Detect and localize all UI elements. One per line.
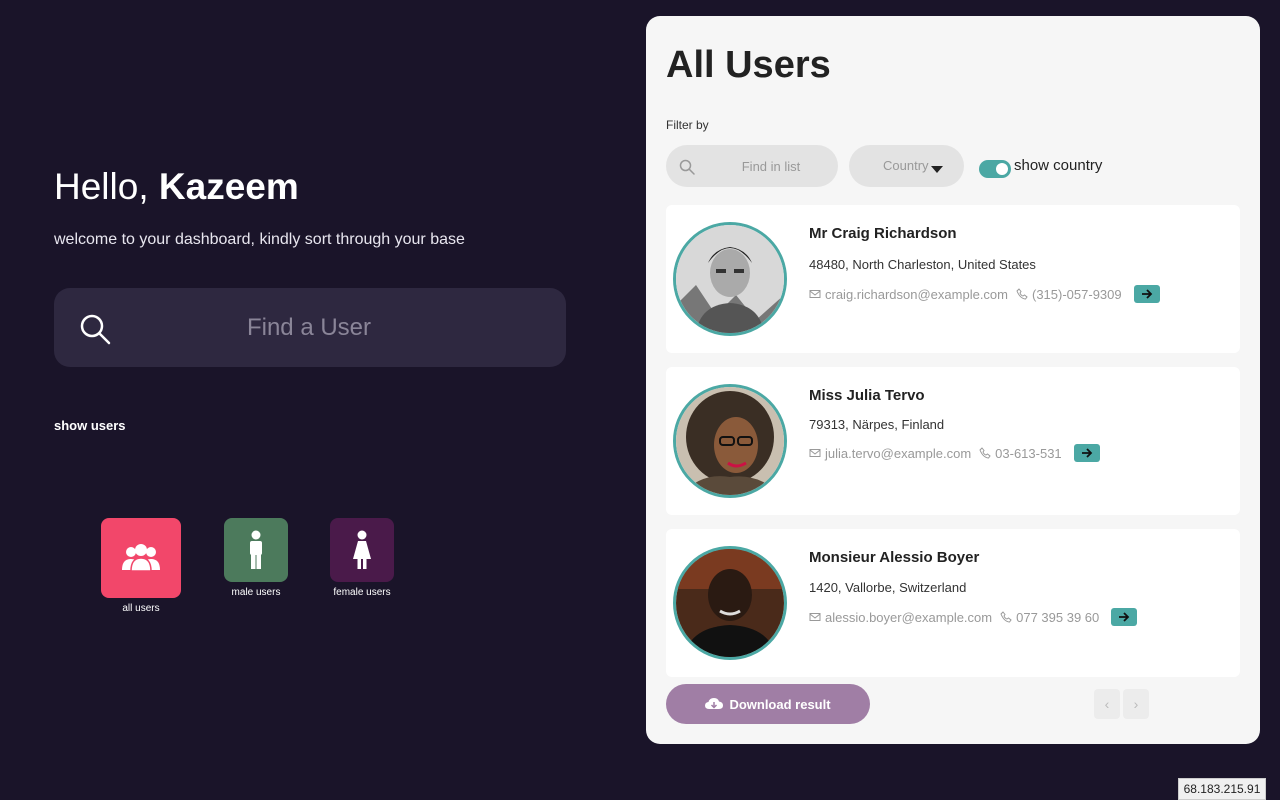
country-dropdown-label: Country bbox=[883, 158, 929, 173]
user-contact: alessio.boyer@example.com 077 395 39 60 bbox=[809, 608, 1138, 626]
arrow-right-icon bbox=[1119, 612, 1130, 622]
caret-down-icon bbox=[931, 166, 943, 173]
user-avatar bbox=[673, 546, 787, 660]
user-avatar bbox=[673, 384, 787, 498]
female-icon bbox=[353, 530, 371, 569]
male-icon bbox=[250, 530, 262, 569]
user-card: Mr Craig Richardson 48480, North Charles… bbox=[666, 205, 1240, 353]
mail-icon bbox=[809, 290, 821, 298]
user-email[interactable]: julia.tervo@example.com bbox=[825, 446, 971, 461]
greeting-heading: Hello, Kazeem bbox=[54, 166, 299, 208]
male-users-label: male users bbox=[231, 587, 281, 598]
toggle-knob bbox=[996, 163, 1008, 175]
user-avatar bbox=[673, 222, 787, 336]
user-email[interactable]: alessio.boyer@example.com bbox=[825, 610, 992, 625]
phone-icon bbox=[1016, 288, 1028, 300]
user-name: Monsieur Alessio Boyer bbox=[809, 549, 980, 566]
next-page-button[interactable]: › bbox=[1123, 689, 1149, 719]
greeting-hello: Hello, bbox=[54, 166, 159, 207]
user-phone[interactable]: 03-613-531 bbox=[995, 446, 1062, 461]
female-users-button[interactable] bbox=[330, 518, 394, 582]
user-card: Monsieur Alessio Boyer 1420, Vallorbe, S… bbox=[666, 529, 1240, 677]
search-icon bbox=[679, 159, 695, 175]
greeting-user-name: Kazeem bbox=[158, 166, 299, 207]
user-contact: craig.richardson@example.com (315)-057-9… bbox=[809, 285, 1160, 303]
show-country-label: show country bbox=[1014, 157, 1103, 174]
find-in-list-input[interactable] bbox=[711, 155, 831, 177]
mail-icon bbox=[809, 449, 821, 457]
user-address: 48480, North Charleston, United States bbox=[809, 257, 1036, 272]
filter-by-label: Filter by bbox=[666, 118, 709, 132]
find-user-search-box[interactable] bbox=[54, 288, 566, 367]
mail-icon bbox=[809, 613, 821, 621]
dashboard-subtitle: welcome to your dashboard, kindly sort t… bbox=[54, 231, 465, 248]
arrow-right-icon bbox=[1081, 448, 1092, 458]
search-icon bbox=[80, 314, 111, 345]
phone-icon bbox=[1000, 611, 1012, 623]
find-user-input[interactable] bbox=[164, 308, 454, 348]
download-result-label: Download result bbox=[729, 696, 831, 712]
user-email[interactable]: craig.richardson@example.com bbox=[825, 287, 1008, 302]
view-user-button[interactable] bbox=[1073, 444, 1100, 462]
user-name: Miss Julia Tervo bbox=[809, 387, 925, 404]
user-address: 1420, Vallorbe, Switzerland bbox=[809, 580, 967, 595]
users-panel: All Users Filter by Country show country… bbox=[646, 16, 1260, 744]
panel-title: All Users bbox=[666, 44, 831, 86]
user-address: 79313, Närpes, Finland bbox=[809, 417, 945, 432]
country-dropdown[interactable]: Country bbox=[849, 145, 964, 187]
users-group-icon bbox=[122, 544, 160, 572]
show-users-label: show users bbox=[54, 418, 126, 433]
download-result-button[interactable]: Download result bbox=[666, 684, 870, 724]
user-phone[interactable]: 077 395 39 60 bbox=[1016, 610, 1099, 625]
cloud-download-icon bbox=[705, 698, 724, 709]
view-user-button[interactable] bbox=[1133, 285, 1160, 303]
view-user-button[interactable] bbox=[1111, 608, 1138, 626]
all-users-label: all users bbox=[122, 603, 160, 614]
arrow-right-icon bbox=[1141, 289, 1152, 299]
show-country-toggle[interactable] bbox=[979, 160, 1011, 178]
phone-icon bbox=[979, 447, 991, 459]
user-name: Mr Craig Richardson bbox=[809, 225, 957, 242]
ip-address-badge: 68.183.215.91 bbox=[1178, 778, 1266, 800]
find-in-list-box[interactable] bbox=[666, 145, 838, 187]
male-users-button[interactable] bbox=[224, 518, 288, 582]
all-users-button[interactable] bbox=[101, 518, 181, 598]
user-contact: julia.tervo@example.com 03-613-531 bbox=[809, 444, 1100, 462]
user-card: Miss Julia Tervo 79313, Närpes, Finland … bbox=[666, 367, 1240, 515]
female-users-label: female users bbox=[333, 587, 391, 598]
prev-page-button[interactable]: ‹ bbox=[1094, 689, 1120, 719]
user-phone[interactable]: (315)-057-9309 bbox=[1032, 287, 1122, 302]
